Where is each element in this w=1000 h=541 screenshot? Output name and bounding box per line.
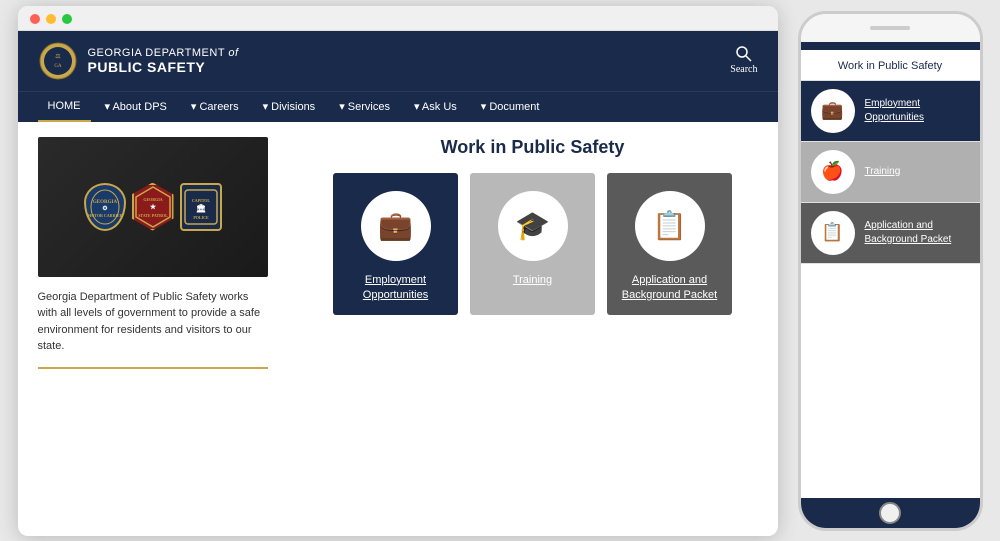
mobile-training-icon: 🍎 (811, 150, 855, 194)
logo-text: GEORGIA DEPARTMENT of PUBLIC SAFETY (88, 47, 239, 75)
card-employment[interactable]: 💼 EmploymentOpportunities (333, 173, 458, 316)
svg-text:GEORGIA: GEORGIA (143, 197, 162, 202)
mobile-training-label: Training (865, 165, 901, 179)
badge-state-patrol: GEORGIA ★ STATE PATROL (132, 183, 174, 231)
browser-content: ⚖ GA GEORGIA DEPARTMENT of PUBLIC SAFETY… (18, 31, 778, 529)
work-section-title: Work in Public Safety (308, 137, 758, 158)
card-application[interactable]: 📋 Application andBackground Packet (607, 173, 732, 316)
mobile-clipboard-icon: 📋 (811, 211, 855, 255)
svg-text:GA: GA (54, 64, 62, 69)
header-logo: ⚖ GA GEORGIA DEPARTMENT of PUBLIC SAFETY (38, 41, 239, 81)
badge-georgia-motor: GEORGIA ⚙ MOTOR CARRIER (84, 183, 126, 231)
center-panel: Work in Public Safety 💼 EmploymentOpport… (288, 122, 778, 529)
mobile-application-label: Application andBackground Packet (865, 219, 952, 247)
nav-about[interactable]: ▾ About DPS (95, 92, 177, 121)
clipboard-icon: 📋 (635, 191, 705, 261)
mobile-work-title: Work in Public Safety (801, 50, 980, 81)
site-nav: HOME ▾ About DPS ▾ Careers ▾ Divisions ▾… (18, 91, 778, 122)
mobile-employment-label: EmploymentOpportunities (865, 97, 924, 125)
site-header: ⚖ GA GEORGIA DEPARTMENT of PUBLIC SAFETY… (18, 31, 778, 91)
svg-text:⚙: ⚙ (102, 205, 107, 212)
svg-text:⚖: ⚖ (55, 53, 61, 60)
nav-document[interactable]: ▾ Document (471, 92, 550, 121)
browser-chrome (18, 6, 778, 31)
card-application-label: Application andBackground Packet (614, 273, 725, 304)
logo-seal: ⚖ GA (38, 41, 78, 81)
close-dot[interactable] (30, 14, 40, 24)
nav-services[interactable]: ▾ Services (329, 92, 400, 121)
svg-text:MOTOR CARRIER: MOTOR CARRIER (87, 213, 122, 218)
mobile-home-button[interactable] (879, 502, 901, 524)
search-button[interactable]: Search (730, 46, 757, 75)
hero-badges: GEORGIA ⚙ MOTOR CARRIER GEORGIA ★ STATE … (84, 183, 222, 231)
svg-text:POLICE: POLICE (193, 215, 209, 220)
cards-row: 💼 EmploymentOpportunities 🎓 Training 📋 A… (308, 173, 758, 316)
badge-capitol-police: CAPITOL 🏛 POLICE (180, 183, 222, 231)
left-panel: GEORGIA ⚙ MOTOR CARRIER GEORGIA ★ STATE … (18, 122, 288, 529)
minimize-dot[interactable] (46, 14, 56, 24)
card-training[interactable]: 🎓 Training (470, 173, 595, 316)
mobile-card-employment[interactable]: 💼 EmploymentOpportunities (801, 81, 980, 142)
mobile-top-bar (801, 14, 980, 42)
svg-text:STATE PATROL: STATE PATROL (138, 213, 168, 218)
nav-divisions[interactable]: ▾ Divisions (253, 92, 326, 121)
desktop-browser: ⚖ GA GEORGIA DEPARTMENT of PUBLIC SAFETY… (18, 6, 778, 536)
svg-text:🏛: 🏛 (195, 203, 205, 213)
mobile-header-bar (801, 42, 980, 50)
logo-line1: GEORGIA DEPARTMENT of (88, 47, 239, 59)
nav-home[interactable]: HOME (38, 92, 91, 122)
hero-image: GEORGIA ⚙ MOTOR CARRIER GEORGIA ★ STATE … (38, 137, 268, 277)
svg-text:GEORGIA: GEORGIA (92, 200, 117, 205)
briefcase-icon: 💼 (361, 191, 431, 261)
mobile-briefcase-icon: 💼 (811, 89, 855, 133)
main-content: GEORGIA ⚙ MOTOR CARRIER GEORGIA ★ STATE … (18, 122, 778, 529)
mobile-card-training[interactable]: 🍎 Training (801, 142, 980, 203)
graduation-icon: 🎓 (498, 191, 568, 261)
search-icon (736, 46, 752, 62)
mobile-device: Work in Public Safety 💼 EmploymentOpport… (798, 11, 983, 531)
nav-careers[interactable]: ▾ Careers (181, 92, 249, 121)
hero-description: Georgia Department of Public Safety work… (38, 289, 268, 369)
svg-text:CAPITOL: CAPITOL (191, 198, 209, 203)
mobile-bottom-bar (801, 498, 980, 528)
logo-line2: PUBLIC SAFETY (88, 59, 239, 75)
card-training-label: Training (505, 273, 560, 288)
maximize-dot[interactable] (62, 14, 72, 24)
card-employment-label: EmploymentOpportunities (355, 273, 436, 304)
nav-ask[interactable]: ▾ Ask Us (404, 92, 467, 121)
mobile-content: Work in Public Safety 💼 EmploymentOpport… (801, 42, 980, 498)
mobile-speaker (870, 26, 910, 30)
search-label: Search (730, 64, 757, 75)
mobile-card-application[interactable]: 📋 Application andBackground Packet (801, 203, 980, 264)
svg-text:★: ★ (149, 203, 156, 211)
